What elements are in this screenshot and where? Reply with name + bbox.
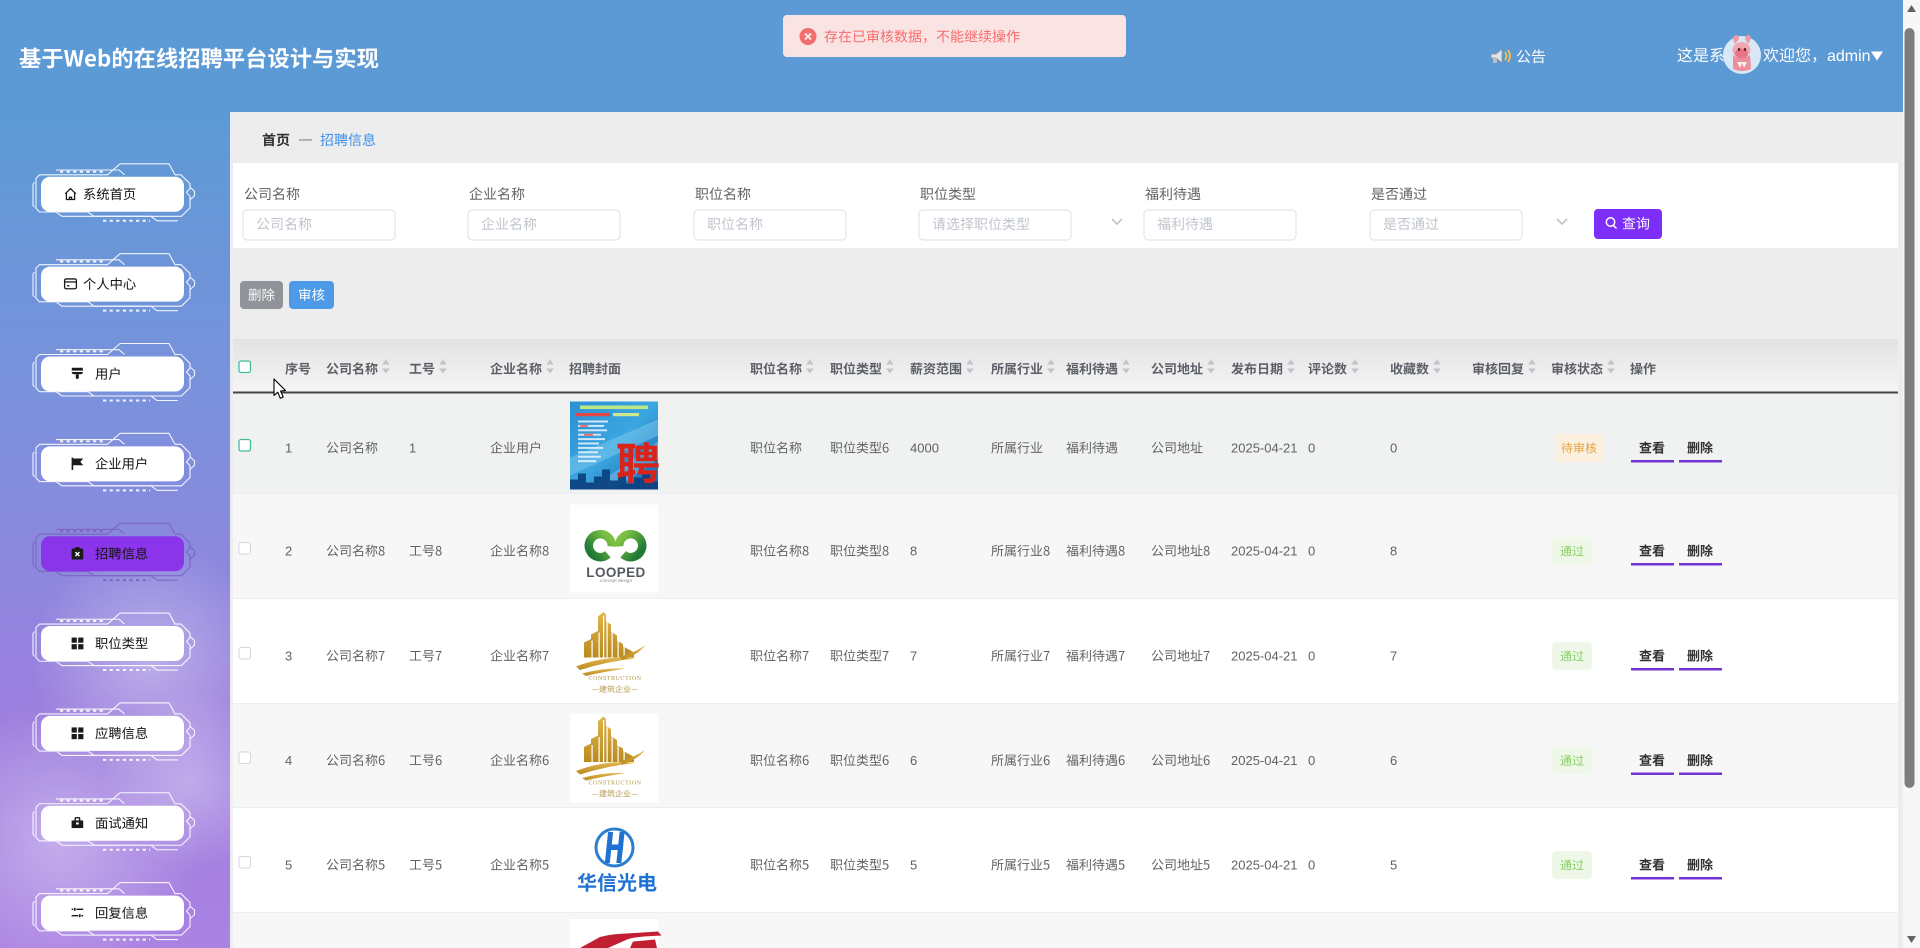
svg-text:2025-04-21: 2025-04-21 [1231,649,1298,664]
svg-text:2025-04-21: 2025-04-21 [1231,753,1298,768]
svg-text:CONSTRUCTION: CONSTRUCTION [589,676,642,682]
svg-text:admin: admin [1827,48,1871,65]
svg-text:0: 0 [1308,441,1315,456]
svg-text:1: 1 [285,441,292,456]
svg-text:2025-04-21: 2025-04-21 [1231,858,1298,873]
svg-text:0: 0 [1390,441,1397,456]
svg-text:7: 7 [910,649,917,664]
svg-text:6: 6 [1390,753,1397,768]
svg-text:5: 5 [285,858,292,873]
svg-text:0: 0 [1308,544,1315,559]
svg-text:2: 2 [285,544,292,559]
svg-text:CONSTRUCTION: CONSTRUCTION [589,781,642,787]
svg-text:4000: 4000 [910,441,939,456]
svg-text:5: 5 [1390,858,1397,873]
svg-text:8: 8 [1390,544,1397,559]
svg-text:3: 3 [285,649,292,664]
svg-text:0: 0 [1308,649,1315,664]
svg-text:8: 8 [910,544,917,559]
svg-text:LOOPED: LOOPED [586,565,645,580]
svg-text:concept design: concept design [600,578,633,584]
svg-text:2025-04-21: 2025-04-21 [1231,544,1298,559]
svg-text:0: 0 [1308,753,1315,768]
svg-text:1: 1 [409,441,416,456]
svg-text:0: 0 [1308,858,1315,873]
svg-text:5: 5 [910,858,917,873]
svg-text:2025-04-21: 2025-04-21 [1231,441,1298,456]
svg-text:7: 7 [1390,649,1397,664]
svg-text:6: 6 [910,753,917,768]
svg-text:4: 4 [285,753,292,768]
